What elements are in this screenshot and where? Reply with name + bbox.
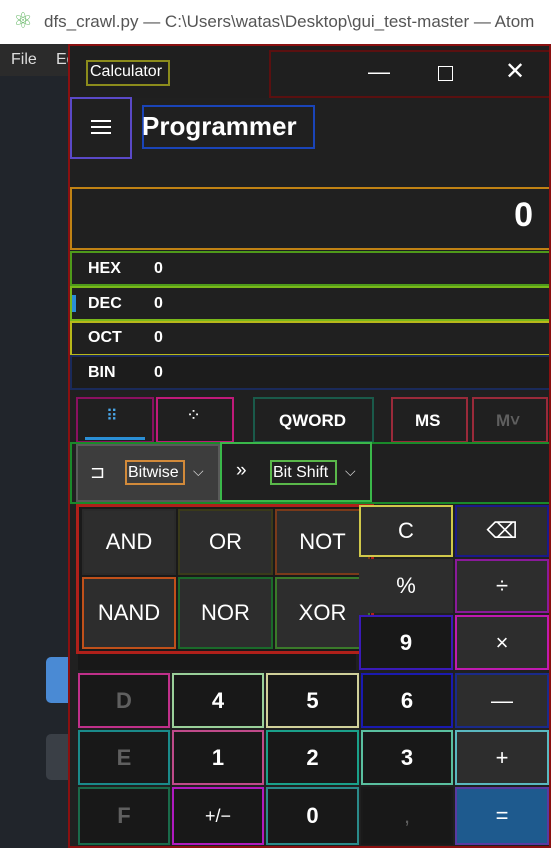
close-icon[interactable]: ✕	[505, 57, 525, 86]
hamburger-line-1	[91, 120, 111, 122]
atom-window-title: dfs_crawl.py — C:\Users\watas\Desktop\gu…	[44, 12, 535, 31]
memory-recall-label: M˅	[496, 411, 521, 430]
and-button[interactable]: AND	[82, 509, 176, 575]
dec-selected-indicator	[72, 295, 76, 312]
atom-logo-icon: ⚛	[13, 9, 33, 34]
atom-title-bar: ⚛ dfs_crawl.py — C:\Users\watas\Desktop\…	[0, 0, 551, 44]
result-display: 0	[514, 196, 533, 234]
one-button[interactable]: 1	[172, 730, 264, 785]
bitwise-chevron-down-icon: ⌵	[193, 463, 204, 479]
nav-menu-button[interactable]	[70, 97, 132, 159]
panel-tab-active[interactable]	[46, 657, 68, 703]
negate-button[interactable]: +/−	[172, 787, 264, 845]
hex-label: HEX	[88, 260, 121, 277]
bitwise-label: Bitwise	[128, 464, 179, 481]
word-size-label: QWORD	[279, 411, 347, 430]
bit-toggle-icon: ⁘	[186, 405, 202, 425]
equals-button[interactable]: =	[455, 787, 549, 845]
xor-button[interactable]: XOR	[275, 577, 370, 649]
maximize-icon[interactable]	[438, 66, 453, 81]
four-button[interactable]: 4	[172, 673, 264, 728]
keypad-tab-underline	[85, 437, 145, 440]
minus-button[interactable]: —	[455, 673, 549, 728]
hidden-keys-row	[78, 654, 356, 670]
atom-side-panel	[0, 76, 68, 848]
five-button[interactable]: 5	[266, 673, 359, 728]
three-button[interactable]: 3	[361, 730, 453, 785]
plus-button[interactable]: +	[455, 730, 549, 785]
panel-tab[interactable]	[46, 734, 68, 780]
display-frame	[70, 187, 549, 250]
bitwise-icon: ⊐	[90, 462, 106, 482]
dec-row[interactable]	[70, 286, 549, 321]
oct-label: OCT	[88, 329, 122, 346]
backspace-icon[interactable]: ⌫	[455, 505, 549, 557]
two-button[interactable]: 2	[266, 730, 359, 785]
hamburger-line-2	[91, 126, 111, 128]
bin-row[interactable]	[70, 355, 549, 390]
minimize-icon[interactable]: —	[368, 59, 390, 85]
hamburger-line-3	[91, 132, 111, 134]
decimal-button[interactable]: ,	[361, 787, 453, 845]
dec-value: 0	[154, 295, 163, 312]
hex-row[interactable]	[70, 251, 549, 286]
hex-d-button[interactable]: D	[78, 673, 170, 728]
nine-button[interactable]: 9	[359, 615, 453, 670]
menu-file[interactable]: File	[11, 51, 37, 69]
nand-button[interactable]: NAND	[82, 577, 176, 649]
app-title: Calculator	[90, 63, 163, 80]
bitshift-chevron-down-icon: ⌵	[345, 463, 356, 479]
mode-title: Programmer	[142, 111, 297, 141]
zero-button[interactable]: 0	[266, 787, 359, 845]
bin-label: BIN	[88, 364, 116, 381]
or-button[interactable]: OR	[178, 509, 273, 575]
multiply-button[interactable]: ×	[455, 615, 549, 670]
bin-value: 0	[154, 364, 163, 381]
bitshift-label: Bit Shift	[273, 464, 329, 481]
nor-button[interactable]: NOR	[178, 577, 273, 649]
hex-f-button[interactable]: F	[78, 787, 170, 845]
clear-button[interactable]: C	[359, 505, 453, 557]
not-button[interactable]: NOT	[275, 509, 370, 575]
oct-row[interactable]	[70, 321, 549, 356]
bitshift-icon: »	[236, 460, 247, 481]
memory-store-label: MS	[415, 411, 441, 430]
six-button[interactable]: 6	[361, 673, 453, 728]
percent-button[interactable]: %	[359, 559, 453, 613]
keypad-grid-icon: ⠿	[106, 408, 118, 425]
hex-value: 0	[154, 260, 163, 277]
divide-button[interactable]: ÷	[455, 559, 549, 613]
oct-value: 0	[154, 329, 163, 346]
calculator-window: Calculator — ✕ Programmer 0 HEX 0 DEC 0 …	[68, 44, 551, 848]
hex-e-button[interactable]: E	[78, 730, 170, 785]
dec-label: DEC	[88, 295, 122, 312]
